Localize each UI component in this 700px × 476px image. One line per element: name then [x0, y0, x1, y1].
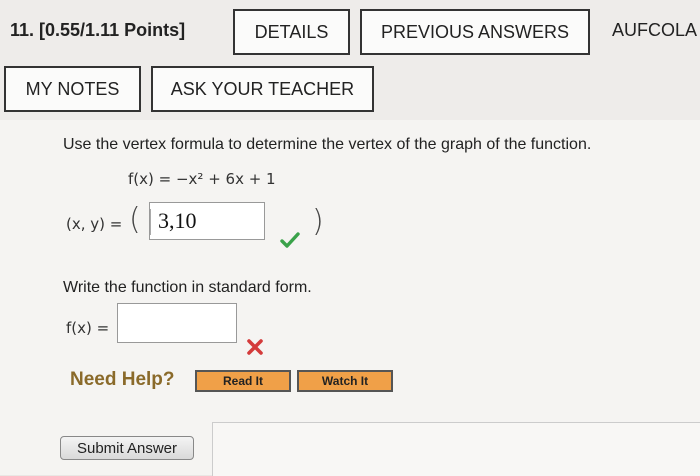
question-title: 11. [0.55/1.11 Points]	[10, 20, 186, 40]
submit-answer-button[interactable]: Submit Answer	[60, 436, 194, 460]
xy-label: (x, y) =	[66, 215, 123, 233]
standard-form-label: f(x) =	[66, 319, 110, 337]
need-help-label: Need Help?	[70, 369, 175, 390]
standard-form-instruction: Write the function in standard form.	[63, 279, 312, 296]
watch-it-label: Watch It	[321, 374, 369, 388]
read-it-button[interactable]: Read It	[195, 370, 291, 392]
previous-answers-button[interactable]: PREVIOUS ANSWERS	[360, 9, 590, 55]
response-area	[212, 422, 700, 476]
standard-form-input[interactable]	[117, 303, 237, 343]
cut-off-button-label[interactable]: AUFCOLA	[612, 20, 697, 41]
details-label: DETAILS	[254, 21, 329, 42]
correct-check-icon	[280, 232, 300, 248]
open-paren: (	[129, 202, 141, 237]
vertex-answer-value: 3,10	[158, 208, 197, 233]
previous-answers-label: PREVIOUS ANSWERS	[380, 21, 570, 42]
read-it-label: Read It	[222, 374, 263, 388]
function-expression: f(x) = −x² + 6x + 1	[128, 170, 276, 188]
incorrect-x-icon	[247, 339, 263, 355]
my-notes-label: MY NOTES	[25, 78, 120, 99]
vertex-instruction: Use the vertex formula to determine the …	[63, 136, 592, 153]
submit-answer-label: Submit Answer	[76, 439, 178, 457]
watch-it-button[interactable]: Watch It	[297, 370, 393, 392]
ask-your-teacher-button[interactable]: ASK YOUR TEACHER	[151, 66, 374, 112]
vertex-answer-input[interactable]: 3,10	[149, 202, 265, 240]
details-button[interactable]: DETAILS	[233, 9, 350, 55]
my-notes-button[interactable]: MY NOTES	[4, 66, 141, 112]
close-paren: )	[312, 204, 324, 239]
ask-your-teacher-label: ASK YOUR TEACHER	[170, 78, 355, 99]
